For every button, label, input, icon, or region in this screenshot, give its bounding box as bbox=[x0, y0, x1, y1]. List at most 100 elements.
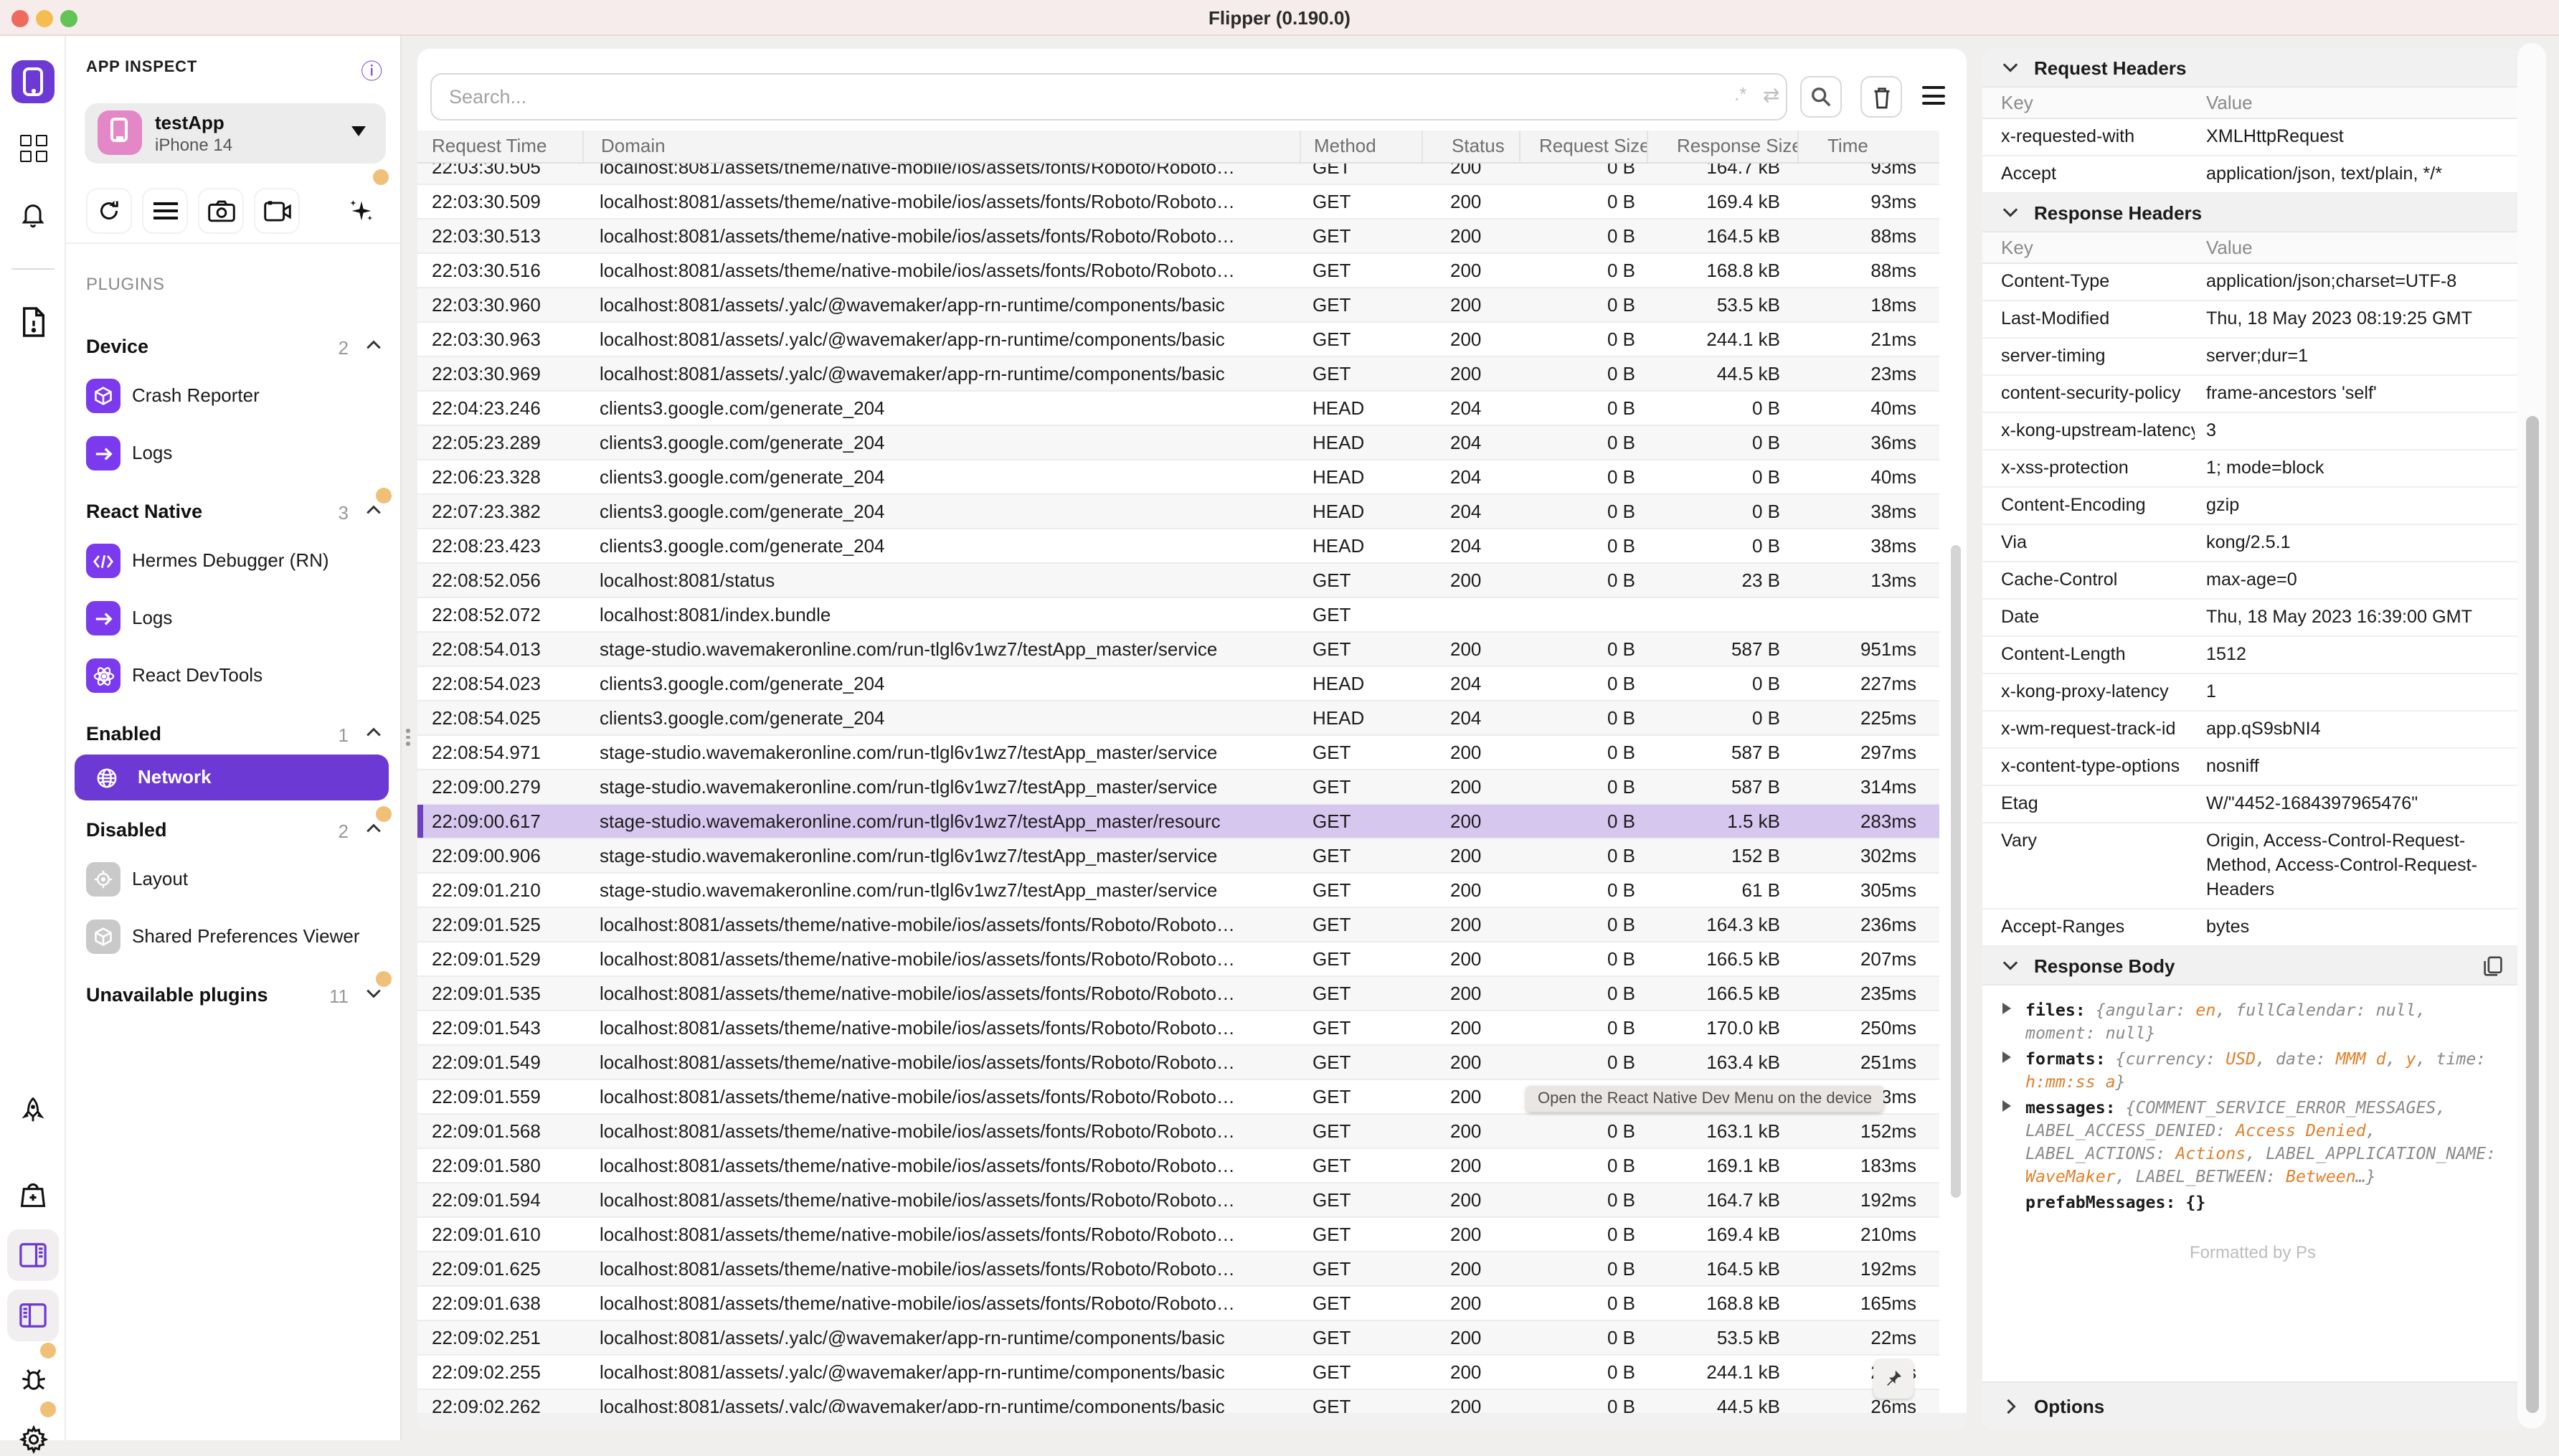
expand-triangle-icon[interactable] bbox=[2002, 1051, 2011, 1063]
window-scrollbar-thumb[interactable] bbox=[2526, 416, 2539, 1413]
refresh-button[interactable] bbox=[86, 188, 132, 234]
notifications-bell-icon[interactable] bbox=[0, 199, 66, 231]
scroll-pin-button[interactable] bbox=[1873, 1358, 1914, 1399]
app-device-selector[interactable]: testApp iPhone 14 bbox=[85, 103, 386, 164]
cell-request-time: 22:09:01.559 bbox=[417, 1080, 582, 1113]
table-row[interactable]: 22:03:30.960localhost:8081/assets/.yalc/… bbox=[417, 288, 1939, 323]
table-row-selected[interactable]: 22:09:00.617stage-studio.wavemakeronline… bbox=[417, 805, 1939, 839]
table-row[interactable]: 22:09:01.525localhost:8081/assets/theme/… bbox=[417, 908, 1939, 942]
cell-response-size: 587 B bbox=[1647, 633, 1797, 666]
response-body-section[interactable]: Response Body bbox=[1982, 947, 2523, 985]
table-row[interactable]: 22:05:23.289clients3.google.com/generate… bbox=[417, 426, 1939, 460]
plugin-group-header-device[interactable]: Device2 bbox=[66, 333, 400, 364]
table-row[interactable]: 22:09:01.625localhost:8081/assets/theme/… bbox=[417, 1252, 1939, 1287]
sidebar-resize-handle[interactable] bbox=[406, 726, 412, 748]
table-row[interactable]: 22:03:30.505localhost:8081/assets/theme/… bbox=[417, 164, 1939, 185]
table-row[interactable]: 22:03:30.509localhost:8081/assets/theme/… bbox=[417, 185, 1939, 219]
cell-request-size: 0 B bbox=[1519, 357, 1647, 390]
cell-method: GET bbox=[1300, 1046, 1422, 1079]
install-plugin-bag-icon[interactable] bbox=[0, 1176, 66, 1211]
column-header-request-size[interactable]: Request Size bbox=[1519, 131, 1647, 162]
table-menu-icon[interactable] bbox=[1922, 86, 1945, 110]
table-row[interactable]: 22:09:01.549localhost:8081/assets/theme/… bbox=[417, 1046, 1939, 1080]
plugin-group-header-react-native[interactable]: React Native3 bbox=[66, 498, 400, 529]
swap-toggle-icon[interactable]: ⇄ bbox=[1763, 83, 1779, 108]
table-row[interactable]: 22:09:01.568localhost:8081/assets/theme/… bbox=[417, 1115, 1939, 1149]
table-row[interactable]: 22:08:23.423clients3.google.com/generate… bbox=[417, 529, 1939, 564]
search-button[interactable] bbox=[1800, 76, 1842, 118]
search-input[interactable] bbox=[430, 73, 1787, 120]
rocket-icon[interactable] bbox=[0, 1095, 66, 1129]
plugin-grid-icon[interactable] bbox=[0, 133, 66, 162]
clear-trash-button[interactable] bbox=[1860, 76, 1902, 118]
regex-toggle-icon[interactable]: .* bbox=[1734, 83, 1746, 105]
column-header-time[interactable]: Time bbox=[1797, 131, 1926, 162]
table-vertical-scrollbar[interactable] bbox=[1951, 545, 1961, 1198]
expand-triangle-icon[interactable] bbox=[2002, 1100, 2011, 1112]
table-row[interactable]: 22:09:01.210stage-studio.wavemakeronline… bbox=[417, 874, 1939, 908]
copy-icon[interactable] bbox=[2483, 955, 2503, 977]
doc-alert-icon[interactable] bbox=[0, 306, 66, 337]
table-row[interactable]: 22:08:52.056localhost:8081/statusGET2000… bbox=[417, 564, 1939, 598]
table-row[interactable]: 22:09:00.906stage-studio.wavemakeronline… bbox=[417, 839, 1939, 874]
expand-triangle-icon[interactable] bbox=[2002, 1003, 2011, 1014]
table-row[interactable]: 22:08:54.971stage-studio.wavemakeronline… bbox=[417, 736, 1939, 770]
table-row[interactable]: 22:09:00.279stage-studio.wavemakeronline… bbox=[417, 770, 1939, 805]
table-row[interactable]: 22:08:54.025clients3.google.com/generate… bbox=[417, 701, 1939, 736]
table-row[interactable]: 22:03:30.513localhost:8081/assets/theme/… bbox=[417, 219, 1939, 254]
magic-wand-button[interactable] bbox=[339, 188, 384, 234]
settings-gear-icon[interactable] bbox=[0, 1422, 66, 1456]
menu-button[interactable] bbox=[142, 188, 188, 234]
plugin-group-header-enabled[interactable]: Enabled1 bbox=[66, 720, 400, 752]
cell-request-time: 22:09:01.625 bbox=[417, 1252, 582, 1285]
cell-status: 200 bbox=[1422, 564, 1519, 597]
table-row[interactable]: 22:04:23.246clients3.google.com/generate… bbox=[417, 392, 1939, 426]
column-header-method[interactable]: Method bbox=[1300, 131, 1422, 162]
sidebar-item-logs[interactable]: Logs bbox=[66, 590, 400, 647]
left-rail bbox=[0, 36, 66, 1440]
column-header-request-time[interactable]: Request Time bbox=[417, 131, 582, 162]
right-panel-toggle-button[interactable] bbox=[7, 1229, 59, 1281]
column-header-status[interactable]: Status bbox=[1422, 131, 1519, 162]
bug-report-icon[interactable] bbox=[0, 1363, 66, 1397]
column-header-domain[interactable]: Domain bbox=[582, 131, 1300, 162]
table-row[interactable]: 22:08:54.023clients3.google.com/generate… bbox=[417, 667, 1939, 701]
table-row[interactable]: 22:07:23.382clients3.google.com/generate… bbox=[417, 495, 1939, 529]
table-row[interactable]: 22:09:02.255localhost:8081/assets/.yalc/… bbox=[417, 1356, 1939, 1390]
sidebar-item-logs[interactable]: Logs bbox=[66, 425, 400, 482]
table-row[interactable]: 22:09:01.543localhost:8081/assets/theme/… bbox=[417, 1011, 1939, 1046]
table-row[interactable]: 22:08:54.013stage-studio.wavemakeronline… bbox=[417, 633, 1939, 667]
table-row[interactable]: 22:09:01.535localhost:8081/assets/theme/… bbox=[417, 977, 1939, 1011]
table-row[interactable]: 22:09:01.529localhost:8081/assets/theme/… bbox=[417, 942, 1939, 977]
table-row[interactable]: 22:03:30.516localhost:8081/assets/theme/… bbox=[417, 254, 1939, 288]
column-header-response-size[interactable]: Response Size bbox=[1647, 131, 1797, 162]
table-row[interactable]: 22:09:01.638localhost:8081/assets/theme/… bbox=[417, 1287, 1939, 1321]
plugin-group-header-unavailable-plugins[interactable]: Unavailable plugins11 bbox=[66, 981, 400, 1013]
cell-method: HEAD bbox=[1300, 667, 1422, 700]
table-row[interactable]: 22:09:01.610localhost:8081/assets/theme/… bbox=[417, 1218, 1939, 1252]
left-panel-toggle-button[interactable] bbox=[7, 1290, 59, 1341]
table-row[interactable]: 22:09:02.251localhost:8081/assets/.yalc/… bbox=[417, 1321, 1939, 1356]
table-row[interactable]: 22:09:01.594localhost:8081/assets/theme/… bbox=[417, 1183, 1939, 1218]
response-headers-section[interactable]: Response Headers bbox=[1982, 194, 2523, 232]
screenshot-camera-button[interactable] bbox=[198, 188, 244, 234]
screen-record-button[interactable] bbox=[254, 188, 300, 234]
table-row[interactable]: 22:03:30.963localhost:8081/assets/.yalc/… bbox=[417, 323, 1939, 357]
request-headers-section[interactable]: Request Headers bbox=[1982, 49, 2523, 88]
sidebar-item-crash-reporter[interactable]: Crash Reporter bbox=[66, 367, 400, 425]
table-row[interactable]: 22:06:23.328clients3.google.com/generate… bbox=[417, 460, 1939, 495]
table-row[interactable]: 22:08:52.072localhost:8081/index.bundleG… bbox=[417, 598, 1939, 633]
sidebar-item-layout[interactable]: Layout bbox=[66, 851, 400, 908]
table-row[interactable]: 22:09:01.580localhost:8081/assets/theme/… bbox=[417, 1149, 1939, 1183]
cell-time: 236ms bbox=[1797, 908, 1926, 941]
table-horizontal-scrollbar[interactable] bbox=[417, 1413, 1967, 1430]
table-row[interactable]: 22:03:30.969localhost:8081/assets/.yalc/… bbox=[417, 357, 1939, 392]
sidebar-item-network[interactable]: Network bbox=[75, 755, 389, 800]
sidebar-item-react-devtools[interactable]: React DevTools bbox=[66, 647, 400, 704]
sidebar-item-shared-preferences-viewer[interactable]: Shared Preferences Viewer bbox=[66, 908, 400, 965]
sidebar-item-hermes-debugger-rn-[interactable]: Hermes Debugger (RN) bbox=[66, 532, 400, 590]
plugin-group-header-disabled[interactable]: Disabled2 bbox=[66, 816, 400, 848]
info-icon[interactable]: ⓘ bbox=[361, 56, 383, 86]
flipper-logo-icon[interactable] bbox=[0, 60, 66, 103]
options-section[interactable]: Options bbox=[1982, 1381, 2523, 1430]
